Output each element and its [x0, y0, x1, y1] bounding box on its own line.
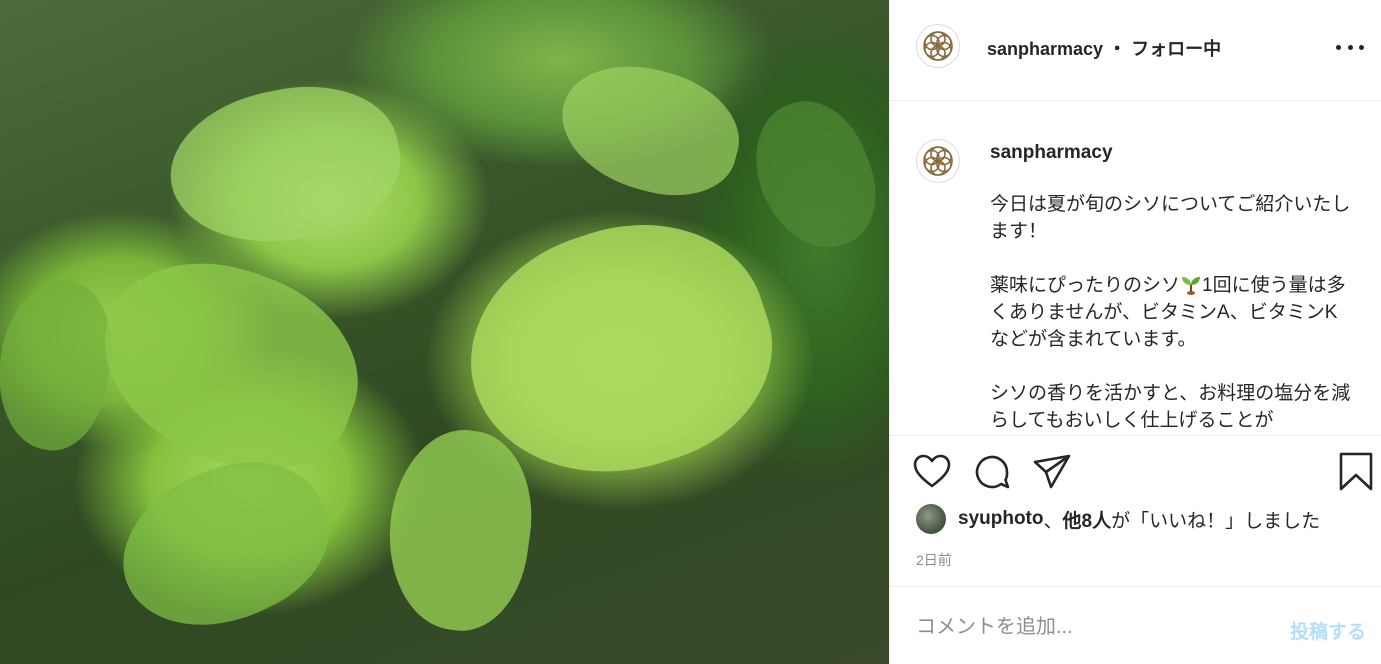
author-line: sanpharmacy ・ フォロー中	[987, 35, 1221, 61]
leaf-shape	[547, 48, 753, 212]
more-options-icon[interactable]	[1336, 35, 1364, 59]
leaf-shape	[98, 432, 352, 658]
post-sidebar: sanpharmacy ・ フォロー中 sanpharmacy 今日は夏が旬のシ…	[889, 0, 1381, 664]
share-icon[interactable]	[1032, 452, 1072, 492]
author-username[interactable]: sanpharmacy	[987, 39, 1103, 59]
heart-icon[interactable]	[912, 452, 952, 492]
author-avatar[interactable]	[916, 24, 960, 68]
likes-comma: 、	[1043, 510, 1063, 532]
caption-fragment: 薬味にぴったりのシソ	[990, 275, 1181, 296]
post-header: sanpharmacy ・ フォロー中	[890, 0, 1381, 101]
post-photo[interactable]	[0, 0, 889, 664]
leaf-shape	[156, 67, 414, 263]
caption-paragraph: シソの香りを活かすと、お料理の塩分を減らしてもおいしく仕上げることが	[990, 383, 1351, 431]
likes-suffix: が「いいね！」しました	[1111, 510, 1321, 532]
brand-logo-icon	[923, 31, 953, 61]
caption-username[interactable]: sanpharmacy	[990, 142, 1113, 164]
caption-section: sanpharmacy 今日は夏が旬のシソについてご紹介いたします！ 薬味にぴっ…	[890, 101, 1381, 435]
separator-dot: ・	[1108, 39, 1127, 59]
leaf-shape	[376, 421, 544, 639]
post-timestamp[interactable]: 2日前	[916, 550, 952, 570]
sprout-icon	[1182, 277, 1201, 295]
caption-paragraph: 薬味にぴったりのシソ 1回に使う量は多くありませんが、ビタミンA、ビタミンKなどが…	[990, 272, 1355, 353]
caption-avatar[interactable]	[916, 139, 960, 183]
post-comment-button[interactable]: 投稿する	[1290, 617, 1366, 644]
likes-summary: syuphoto、他8人 が「いいね！」しました	[916, 503, 1320, 535]
caption-paragraph: 今日は夏が旬のシソについてご紹介いたします！	[990, 194, 1351, 242]
caption-text: 今日は夏が旬のシソについてご紹介いたします！ 薬味にぴったりのシソ 1回に使う量は…	[990, 191, 1355, 435]
likes-others[interactable]: 他8人	[1063, 506, 1112, 533]
liker-username[interactable]: syuphoto	[958, 508, 1044, 530]
comment-icon[interactable]	[972, 452, 1012, 492]
follow-status[interactable]: フォロー中	[1131, 39, 1221, 59]
leaf-shape	[0, 271, 124, 459]
leaf-shape	[75, 231, 385, 499]
liker-avatar[interactable]	[916, 504, 946, 534]
comment-input[interactable]	[914, 611, 1258, 643]
bookmark-icon[interactable]	[1336, 452, 1376, 492]
brand-logo-icon	[923, 146, 953, 176]
action-bar	[890, 435, 1381, 505]
leaf-shape	[737, 85, 889, 265]
comment-box: 投稿する	[890, 586, 1381, 664]
